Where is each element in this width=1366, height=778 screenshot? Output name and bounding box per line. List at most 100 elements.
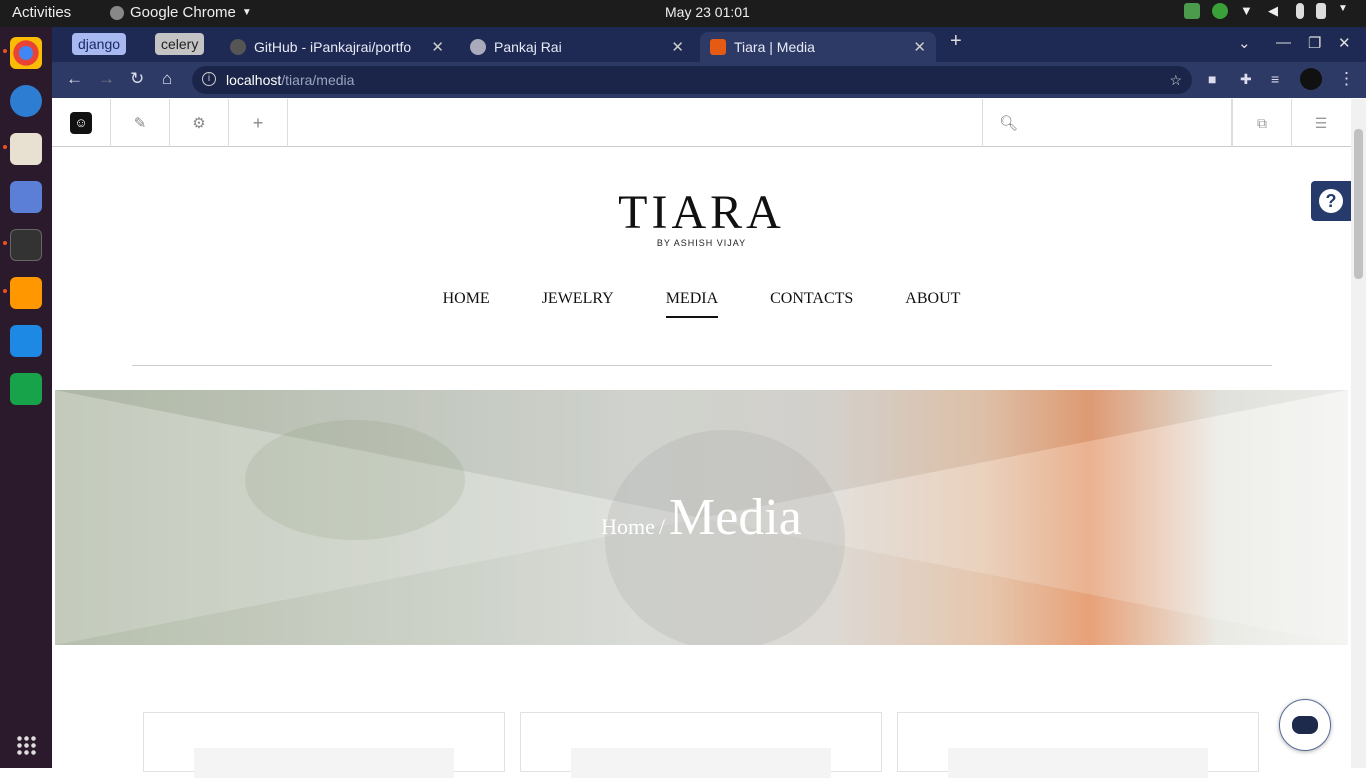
battery-icon[interactable] [1316,3,1326,19]
tab-title: Pankaj Rai [494,39,562,55]
breadcrumb-home[interactable]: Home [601,514,655,539]
sublime-launcher-icon[interactable] [10,277,42,309]
terminal-launcher-icon[interactable] [10,229,42,261]
files-launcher-icon[interactable] [10,133,42,165]
puzzle-extensions-icon[interactable]: ✚ [1240,71,1252,88]
browser-toolbar: ← → ↻ ⌂ i localhost/tiara/media ☆ ■ ✚ ≡ … [52,62,1366,98]
tab-search-icon[interactable]: ⌄ [1238,34,1251,52]
media-card-image [571,748,831,778]
concrete-logo-icon: ☺ [70,112,92,134]
xampp-icon [710,39,726,55]
close-window-button[interactable]: ✕ [1338,34,1351,52]
tab-title: GitHub - iPankajrai/portfo [254,39,412,55]
microphone-icon[interactable] [1296,3,1304,19]
site-info-icon[interactable]: i [202,72,216,86]
dock [0,27,52,768]
edit-pencil-icon[interactable]: ✎ [111,99,170,147]
chatbot-button[interactable] [1279,699,1331,751]
chevron-down-icon: ▼ [241,7,252,18]
clock[interactable]: May 23 01:01 [665,4,750,20]
show-applications-icon[interactable] [16,735,36,755]
question-icon: ? [1319,189,1343,213]
wifi-icon[interactable]: ▼ [1240,3,1256,19]
media-card[interactable] [897,712,1259,778]
tab-github[interactable]: GitHub - iPankajrai/portfo ✕ [220,32,454,62]
breadcrumb-separator: / [658,514,666,539]
main-nav: HOME JEWELRY MEDIA CONTACTS ABOUT [52,290,1351,318]
running-indicator [3,49,7,53]
shield-icon[interactable] [1184,3,1200,19]
volume-icon[interactable]: ◀ [1268,3,1284,19]
profile-avatar[interactable] [1300,68,1322,90]
new-tab-button[interactable]: + [950,30,962,53]
running-indicator [3,289,7,293]
page-scrollbar[interactable] [1351,99,1366,768]
brand-subtitle: BY ASHISH VIJAY [656,238,747,248]
nav-jewelry[interactable]: JEWELRY [542,290,614,318]
media-card-image [194,748,454,778]
close-icon[interactable]: ✕ [913,38,926,56]
media-card-image [948,748,1208,778]
cms-search-input[interactable]: 🔍︎ [982,99,1232,147]
extension-icon[interactable]: ■ [1208,71,1216,87]
cms-toolbar: ☺ ✎ ⚙ + 🔍︎ ⧉ ☰ [52,99,1351,147]
help-button[interactable]: ? [1311,181,1351,221]
system-monitor-launcher-icon[interactable] [10,373,42,405]
tab-strip: django celery GitHub - iPankajrai/portfo… [52,27,1366,62]
thunderbird-launcher-icon[interactable] [10,85,42,117]
chrome-launcher-icon[interactable] [10,37,42,69]
robot-icon [1292,716,1318,734]
nav-contacts[interactable]: CONTACTS [770,290,853,318]
nav-home[interactable]: HOME [443,290,490,318]
system-top-bar: Activities Google Chrome ▼ May 23 01:01 … [0,0,1366,27]
cms-logo-button[interactable]: ☺ [52,99,111,147]
tab-title: Tiara | Media [734,39,815,55]
media-card[interactable] [143,712,505,778]
close-icon[interactable]: ✕ [671,38,684,56]
settings-gear-icon[interactable]: ⚙ [170,99,229,147]
running-indicator [3,145,7,149]
address-path: /tiara/media [281,72,355,88]
nav-about[interactable]: ABOUT [905,290,960,318]
media-card[interactable] [520,712,882,778]
app-menu[interactable]: Google Chrome ▼ [110,4,252,21]
address-bar[interactable]: i localhost/tiara/media ☆ [192,66,1192,94]
close-icon[interactable]: ✕ [431,38,444,56]
nav-media[interactable]: MEDIA [665,290,719,318]
star-icon[interactable]: ☆ [1169,66,1182,94]
scrollbar-thumb[interactable] [1354,129,1363,279]
address-host: localhost [226,72,282,88]
tab-pankaj-rai[interactable]: Pankaj Rai ✕ [460,32,694,62]
brand-name: TIARA [618,186,785,239]
activities-button[interactable]: Activities [12,4,71,21]
hero-banner: Home / Media [55,390,1348,645]
menu-dots-icon[interactable]: ⋮ [1338,69,1355,89]
chrome-icon [110,5,124,20]
home-icon[interactable]: ⌂ [162,69,172,89]
text-editor-launcher-icon[interactable] [10,181,42,213]
page-title: Media [669,489,802,546]
minimize-button[interactable]: — [1276,34,1291,51]
chevron-down-icon[interactable]: ▼ [1338,3,1354,19]
tab-group-django[interactable]: django [72,33,127,55]
reload-icon[interactable]: ↻ [130,69,144,89]
sitemap-icon[interactable]: ⧉ [1232,99,1291,147]
breadcrumb: Home / Media [55,488,1348,547]
tab-tiara-media[interactable]: Tiara | Media ✕ [700,32,936,62]
running-indicator [3,241,7,245]
globe-icon [470,39,486,55]
header-divider [132,365,1272,366]
github-icon [230,39,246,55]
update-icon[interactable] [1212,3,1228,19]
restore-button[interactable]: ❐ [1308,34,1321,52]
vscode-launcher-icon[interactable] [10,325,42,357]
app-menu-label: Google Chrome [130,4,236,21]
forward-arrow-icon[interactable]: → [98,69,115,89]
system-tray[interactable]: ▼ ◀ ▼ [1184,3,1354,19]
sliders-icon[interactable]: ☰ [1291,99,1350,147]
site-logo[interactable]: TIARA BY ASHISH VIJAY [52,185,1351,248]
media-control-icon[interactable]: ≡ [1271,71,1279,87]
back-arrow-icon[interactable]: ← [66,69,83,89]
tab-group-celery[interactable]: celery [155,33,205,55]
add-plus-icon[interactable]: + [229,99,288,147]
